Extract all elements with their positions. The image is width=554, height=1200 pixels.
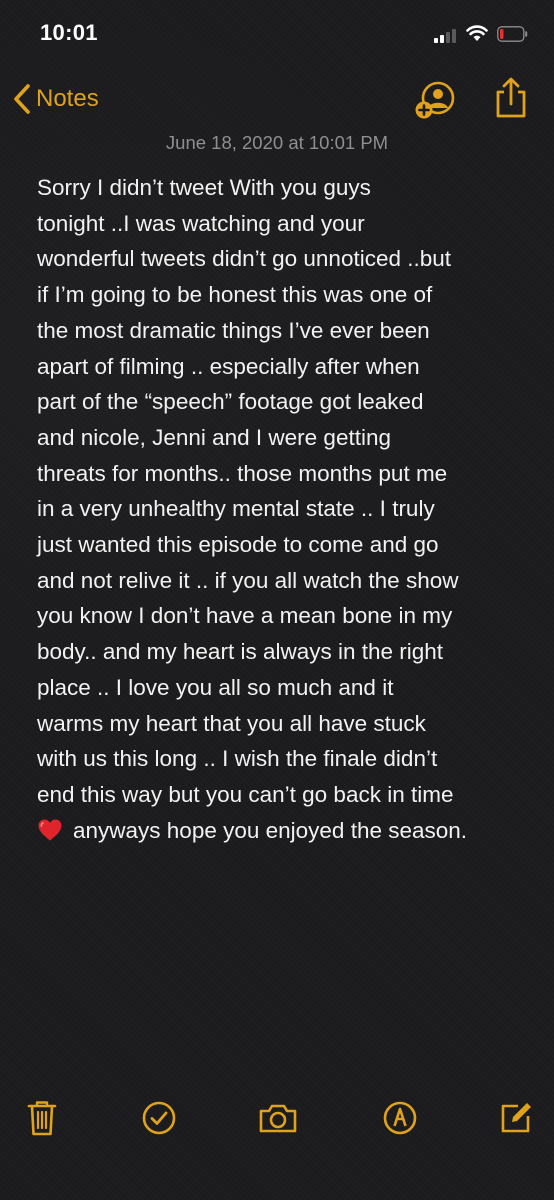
share-icon[interactable] <box>492 76 530 120</box>
note-date: June 18, 2020 at 10:01 PM <box>165 132 389 153</box>
note-line: Sorry I didn’t tweet With you guys <box>37 175 371 200</box>
note-line: wonderful tweets didn’t go unnoticed ..b… <box>37 246 452 272</box>
note-line: if I’m going to be honest this was one o… <box>37 282 433 308</box>
signal-icon <box>434 27 460 43</box>
markup-icon <box>383 1101 417 1135</box>
note-line: and nicole, Jenni and I were getting <box>37 424 391 450</box>
wifi-icon <box>466 25 488 41</box>
nav-bar: Notes <box>0 72 554 128</box>
note-line: just wanted this episode to come and go <box>37 532 439 558</box>
note-line: end this way but you can’t go back in ti… <box>37 781 454 807</box>
checklist-button[interactable] <box>139 1098 179 1138</box>
back-label: Notes <box>36 85 99 112</box>
checklist-icon <box>142 1101 176 1135</box>
compose-button[interactable] <box>496 1098 536 1138</box>
note-line: apart of filming .. especially after whe… <box>37 353 420 379</box>
red-heart-icon <box>38 819 62 841</box>
battery-low-icon <box>497 26 528 42</box>
note-body[interactable]: Sorry I didn’t tweet With you guys tonig… <box>37 170 537 848</box>
note-last-line-text: anyways hope you enjoyed the season. <box>73 817 468 843</box>
camera-button[interactable] <box>258 1098 298 1138</box>
back-button[interactable]: Notes <box>12 80 99 118</box>
bottom-toolbar <box>0 1090 554 1150</box>
note-line: with us this long .. I wish the finale d… <box>37 746 438 772</box>
trash-icon <box>27 1101 57 1136</box>
markup-button[interactable] <box>380 1098 420 1138</box>
note-line: you know I don’t have a mean bone in my <box>37 603 453 629</box>
note-last-line: anyways hope you enjoyed the season. <box>37 813 537 849</box>
note-line: tonight ..I was watching and your <box>37 210 365 236</box>
note-line: the most dramatic things I’ve ever been <box>37 317 430 343</box>
note-line: and not relive it .. if you all watch th… <box>37 567 459 593</box>
compose-icon <box>501 1103 531 1133</box>
camera-icon <box>259 1104 297 1133</box>
add-person-icon[interactable] <box>413 78 457 122</box>
status-bar: 10:01 <box>0 0 554 70</box>
note-line: place .. I love you all so much and it <box>37 674 394 700</box>
status-time: 10:01 <box>40 20 98 45</box>
delete-button[interactable] <box>22 1098 62 1138</box>
chevron-left-icon <box>14 84 30 114</box>
notes-screen: 10:01 Notes June 18, 2020 at 10:01 PM So… <box>0 0 554 1200</box>
note-line: body.. and my heart is always in the rig… <box>37 639 444 665</box>
note-line: part of the “speech” footage got leaked <box>37 389 424 415</box>
note-line: warms my heart that you all have stuck <box>37 710 426 736</box>
note-line: in a very unhealthy mental state .. I tr… <box>37 496 435 522</box>
note-line: threats for months.. those months put me <box>37 460 448 486</box>
